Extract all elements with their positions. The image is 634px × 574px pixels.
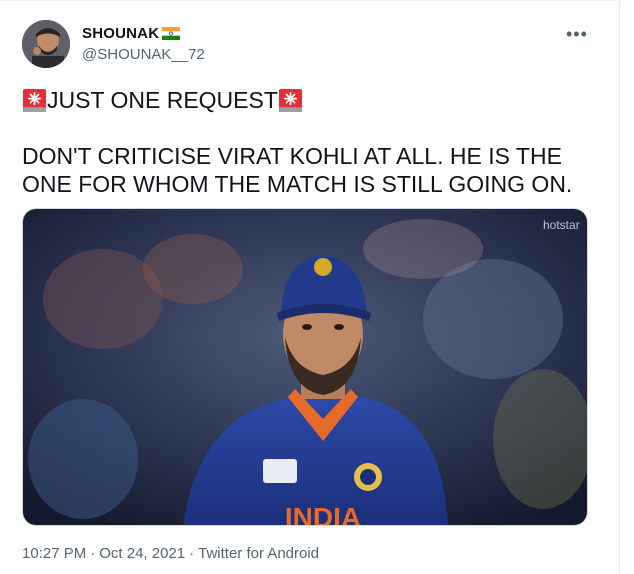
name-row: SHOUNAK: [82, 25, 181, 42]
rotating-light-emoji-icon: [22, 88, 47, 112]
meta-separator: ·: [90, 545, 96, 562]
text-line-2: DON'T CRITICISE VIRAT KOHLI AT ALL. HE I…: [22, 143, 562, 169]
user-handle[interactable]: @SHOUNAK__72: [82, 46, 205, 63]
display-name[interactable]: SHOUNAK: [82, 25, 159, 42]
tweet-time[interactable]: 10:27 PM: [22, 545, 86, 562]
divider: [0, 0, 620, 1]
avatar[interactable]: [22, 20, 70, 68]
tweet-date[interactable]: Oct 24, 2021: [99, 545, 185, 562]
text-line-3: ONE FOR WHOM THE MATCH IS STILL GOING ON…: [22, 171, 573, 197]
more-options-icon[interactable]: •••: [566, 24, 588, 45]
text-line-request: JUST ONE REQUEST: [22, 86, 602, 114]
text-line-1: JUST ONE REQUEST: [47, 87, 278, 113]
rotating-light-emoji-icon: [278, 88, 302, 112]
hotstar-watermark: hotstar: [543, 218, 580, 232]
tweet-card: SHOUNAK @SHOUNAK__72 ••• JUST ONE REQUES…: [0, 0, 620, 574]
meta-separator: ·: [189, 545, 195, 562]
tweet-photo[interactable]: INDIA hotstar: [22, 208, 588, 526]
tweet-metadata: 10:27 PM · Oct 24, 2021 · Twitter for An…: [22, 545, 319, 562]
tweet-text: JUST ONE REQUEST DON'T CRITICISE VIRAT K…: [22, 86, 602, 198]
tweet-source[interactable]: Twitter for Android: [198, 545, 319, 562]
jersey-text: INDIA: [285, 502, 361, 526]
india-flag-icon: [162, 27, 181, 40]
